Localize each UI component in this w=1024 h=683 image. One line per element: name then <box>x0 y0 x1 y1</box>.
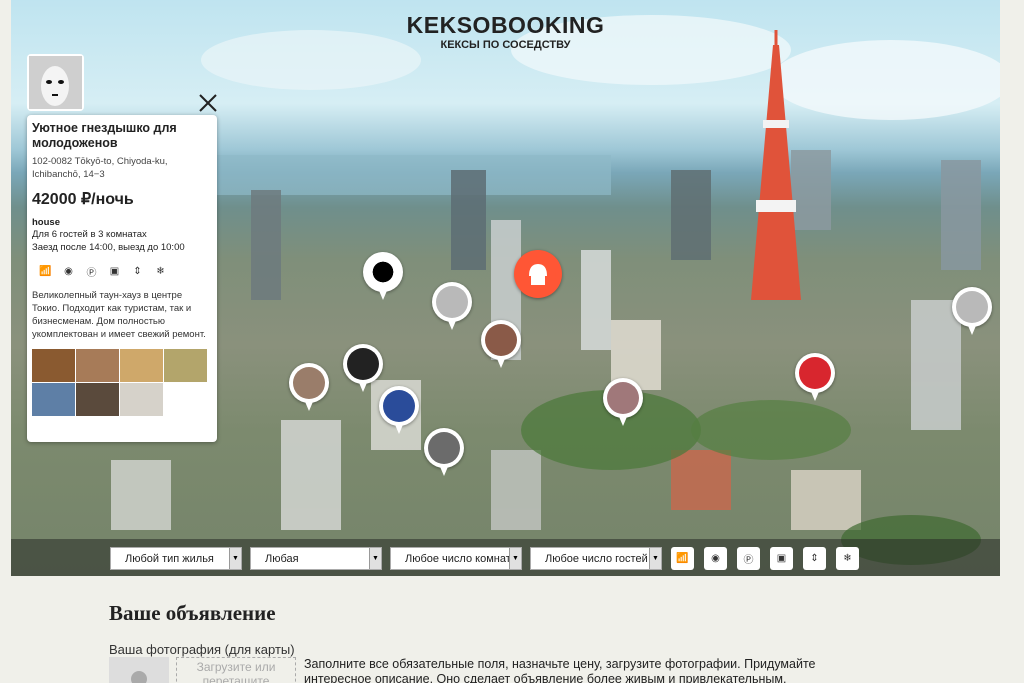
rooms-select[interactable]: Любое число комнат ▼ <box>390 547 522 570</box>
offer-photo <box>76 383 119 416</box>
guests-select[interactable]: Любое число гостей ▼ <box>530 547 662 570</box>
main-pin[interactable] <box>514 250 562 310</box>
site-subtitle: КЕКСЫ ПО СОСЕДСТВУ <box>440 39 571 51</box>
offer-photo <box>164 349 207 382</box>
offer-address: 102-0082 Tōkyō-to, Chiyoda-ku, Ichibanch… <box>32 156 168 180</box>
rooms-value: Любое число комнат <box>405 553 511 565</box>
housing-type-select[interactable]: Любой тип жилья ▼ <box>110 547 242 570</box>
parking-icon: Ⓟ <box>86 268 97 279</box>
chevron-down-icon: ▼ <box>229 548 241 569</box>
brand: KEKSOBOOKING КЕКСЫ ПО СОСЕДСТВУ <box>11 12 1000 51</box>
page: KEKSOBOOKING КЕКСЫ ПО СОСЕДСТВУ Уютное г… <box>0 0 1024 683</box>
no-face-avatar-icon <box>29 56 82 109</box>
avatar-icon <box>799 357 831 389</box>
map-pin[interactable] <box>343 344 383 396</box>
photo-label: Ваша фотография (для карты) <box>109 642 295 657</box>
offer-photo <box>76 349 119 382</box>
conditioner-icon: ❄ <box>843 553 852 564</box>
map-pin[interactable] <box>432 282 472 334</box>
site-title: KEKSOBOOKING <box>406 12 605 38</box>
map-pin[interactable] <box>289 363 329 415</box>
filter-conditioner-button[interactable]: ❄ <box>836 547 859 570</box>
avatar-dropzone[interactable]: Загрузите или перетащите <box>176 657 296 683</box>
offer-card: Уютное гнездышко для молодоженов 102-008… <box>27 115 217 442</box>
guests-value: Любое число гостей <box>545 553 648 565</box>
chevron-down-icon: ▼ <box>509 548 521 569</box>
offer-title: Уютное гнездышко для молодоженов <box>32 121 177 150</box>
elevator-icon: ⇕ <box>810 553 819 564</box>
map-pin[interactable] <box>481 320 521 372</box>
offer-features: 📶 ◉ Ⓟ ▣ ⇕ ❄ <box>38 264 212 279</box>
avatar-icon <box>607 382 639 414</box>
user-placeholder-icon <box>956 291 988 323</box>
muffin-icon <box>520 256 556 292</box>
washer-icon: ▣ <box>109 266 120 277</box>
offer-photo <box>32 383 75 416</box>
map-filters: Любой тип жилья ▼ Любая ▼ Любое число ко… <box>11 539 1000 576</box>
form-title: Ваше объявление <box>109 601 276 625</box>
map-pin[interactable] <box>603 378 643 430</box>
offer-price: 42000 ₽/ночь <box>32 191 134 208</box>
map-pin[interactable] <box>795 353 835 405</box>
offer-checkin: Заезд после 14:00, выезд до 10:00 <box>32 242 185 253</box>
avatar-preview <box>109 657 169 683</box>
elevator-icon: ⇕ <box>133 266 142 277</box>
map-pin[interactable] <box>363 252 403 304</box>
offer-photos <box>32 349 212 416</box>
offer-photo <box>32 349 75 382</box>
avatar-icon <box>383 390 415 422</box>
wifi-icon: 📶 <box>39 266 52 277</box>
form-hint: Заполните все обязательные поля, назначь… <box>304 657 816 683</box>
filter-elevator-button[interactable]: ⇕ <box>803 547 826 570</box>
map-pin[interactable] <box>379 386 419 438</box>
user-placeholder-icon <box>436 286 468 318</box>
yin-yang-icon <box>367 256 399 288</box>
filter-dishwasher-button[interactable]: ◉ <box>704 547 727 570</box>
housing-type-value: Любой тип жилья <box>125 553 214 565</box>
avatar-icon <box>293 367 325 399</box>
map-pin[interactable] <box>952 287 992 339</box>
dishwasher-icon: ◉ <box>711 553 720 564</box>
offer-type: house <box>32 217 60 228</box>
card-avatar <box>27 54 84 111</box>
offer-photo <box>120 349 163 382</box>
close-icon[interactable] <box>197 92 219 114</box>
filter-washer-button[interactable]: ▣ <box>770 547 793 570</box>
avatar-icon <box>485 324 517 356</box>
price-select[interactable]: Любая ▼ <box>250 547 382 570</box>
avatar-icon <box>428 432 460 464</box>
map-pin[interactable] <box>424 428 464 480</box>
dishwasher-icon: ◉ <box>64 266 73 277</box>
offer-photo <box>120 383 163 416</box>
wifi-icon: 📶 <box>676 553 689 564</box>
price-value: Любая <box>265 553 299 565</box>
parking-icon: Ⓟ <box>743 555 754 566</box>
offer-description: Великолепный таун-хауз в центре Токио. П… <box>32 290 206 340</box>
filter-wifi-button[interactable]: 📶 <box>671 547 694 570</box>
chevron-down-icon: ▼ <box>369 548 381 569</box>
filter-parking-button[interactable]: Ⓟ <box>737 547 760 570</box>
washer-icon: ▣ <box>776 553 787 564</box>
conditioner-icon: ❄ <box>156 266 165 277</box>
chevron-down-icon: ▼ <box>649 548 661 569</box>
offer-capacity: Для 6 гостей в 3 комнатах <box>32 229 147 240</box>
avatar-icon <box>347 348 379 380</box>
